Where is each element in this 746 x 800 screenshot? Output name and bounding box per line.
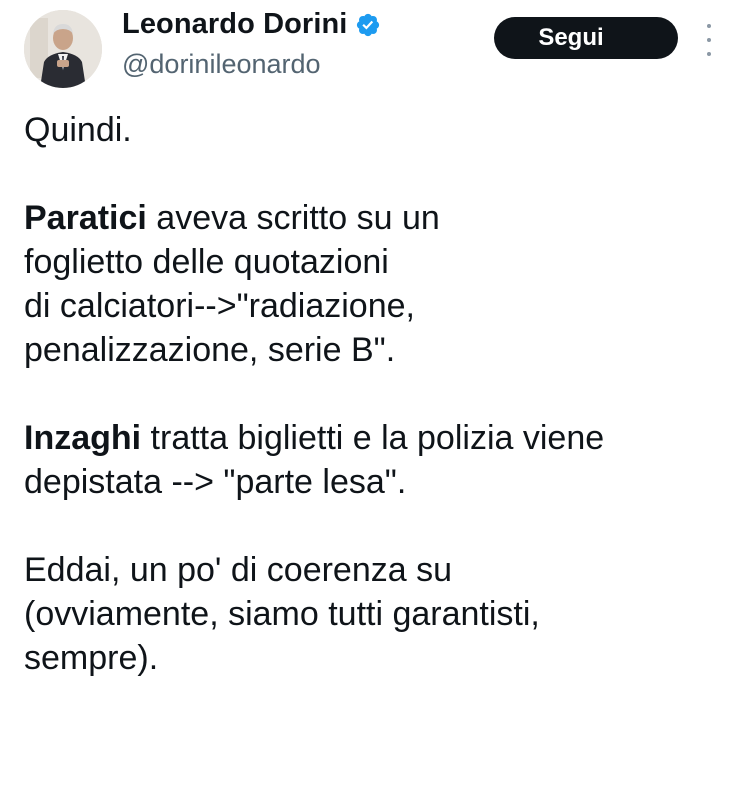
bold-name: Inzaghi <box>24 419 142 457</box>
tweet-line: Paratici aveva scritto su un <box>24 196 724 240</box>
tweet-line: Inzaghi tratta biglietti e la polizia vi… <box>24 416 724 460</box>
more-dot <box>707 38 711 42</box>
tweet-line: depistata --> "parte lesa". <box>24 463 407 501</box>
bold-name: Paratici <box>24 199 147 237</box>
tweet-line: sempre). <box>24 639 159 677</box>
avatar[interactable] <box>24 10 102 88</box>
follow-button[interactable]: Segui <box>494 17 678 59</box>
tweet-text: Quindi. Paratici aveva scritto su un fog… <box>24 108 724 680</box>
author-name-row: Leonardo Dorini <box>122 8 381 41</box>
tweet-header: Leonardo Dorini @dorinileonardo Segui <box>0 0 746 100</box>
author-handle[interactable]: @dorinileonardo <box>122 49 321 80</box>
tweet-line: foglietto delle quotazioni <box>24 243 389 281</box>
tweet-line: penalizzazione, serie B". <box>24 331 396 369</box>
tweet-fragment: tratta biglietti e la polizia viene <box>141 419 605 457</box>
tweet-line: Quindi. <box>24 111 132 149</box>
tweet-line: Eddai, un po' di coerenza su <box>24 551 453 589</box>
more-dot <box>707 52 711 56</box>
tweet-line: (ovviamente, siamo tutti garantisti, <box>24 595 540 633</box>
verified-badge-icon <box>357 13 380 36</box>
tweet-line: di calciatori-->"radiazione, <box>24 287 415 325</box>
more-dot <box>707 24 711 28</box>
author-name[interactable]: Leonardo Dorini <box>122 8 347 41</box>
tweet-fragment: aveva scritto su un <box>146 199 440 237</box>
avatar-photo <box>24 10 102 88</box>
more-vertical-icon[interactable] <box>698 24 720 56</box>
